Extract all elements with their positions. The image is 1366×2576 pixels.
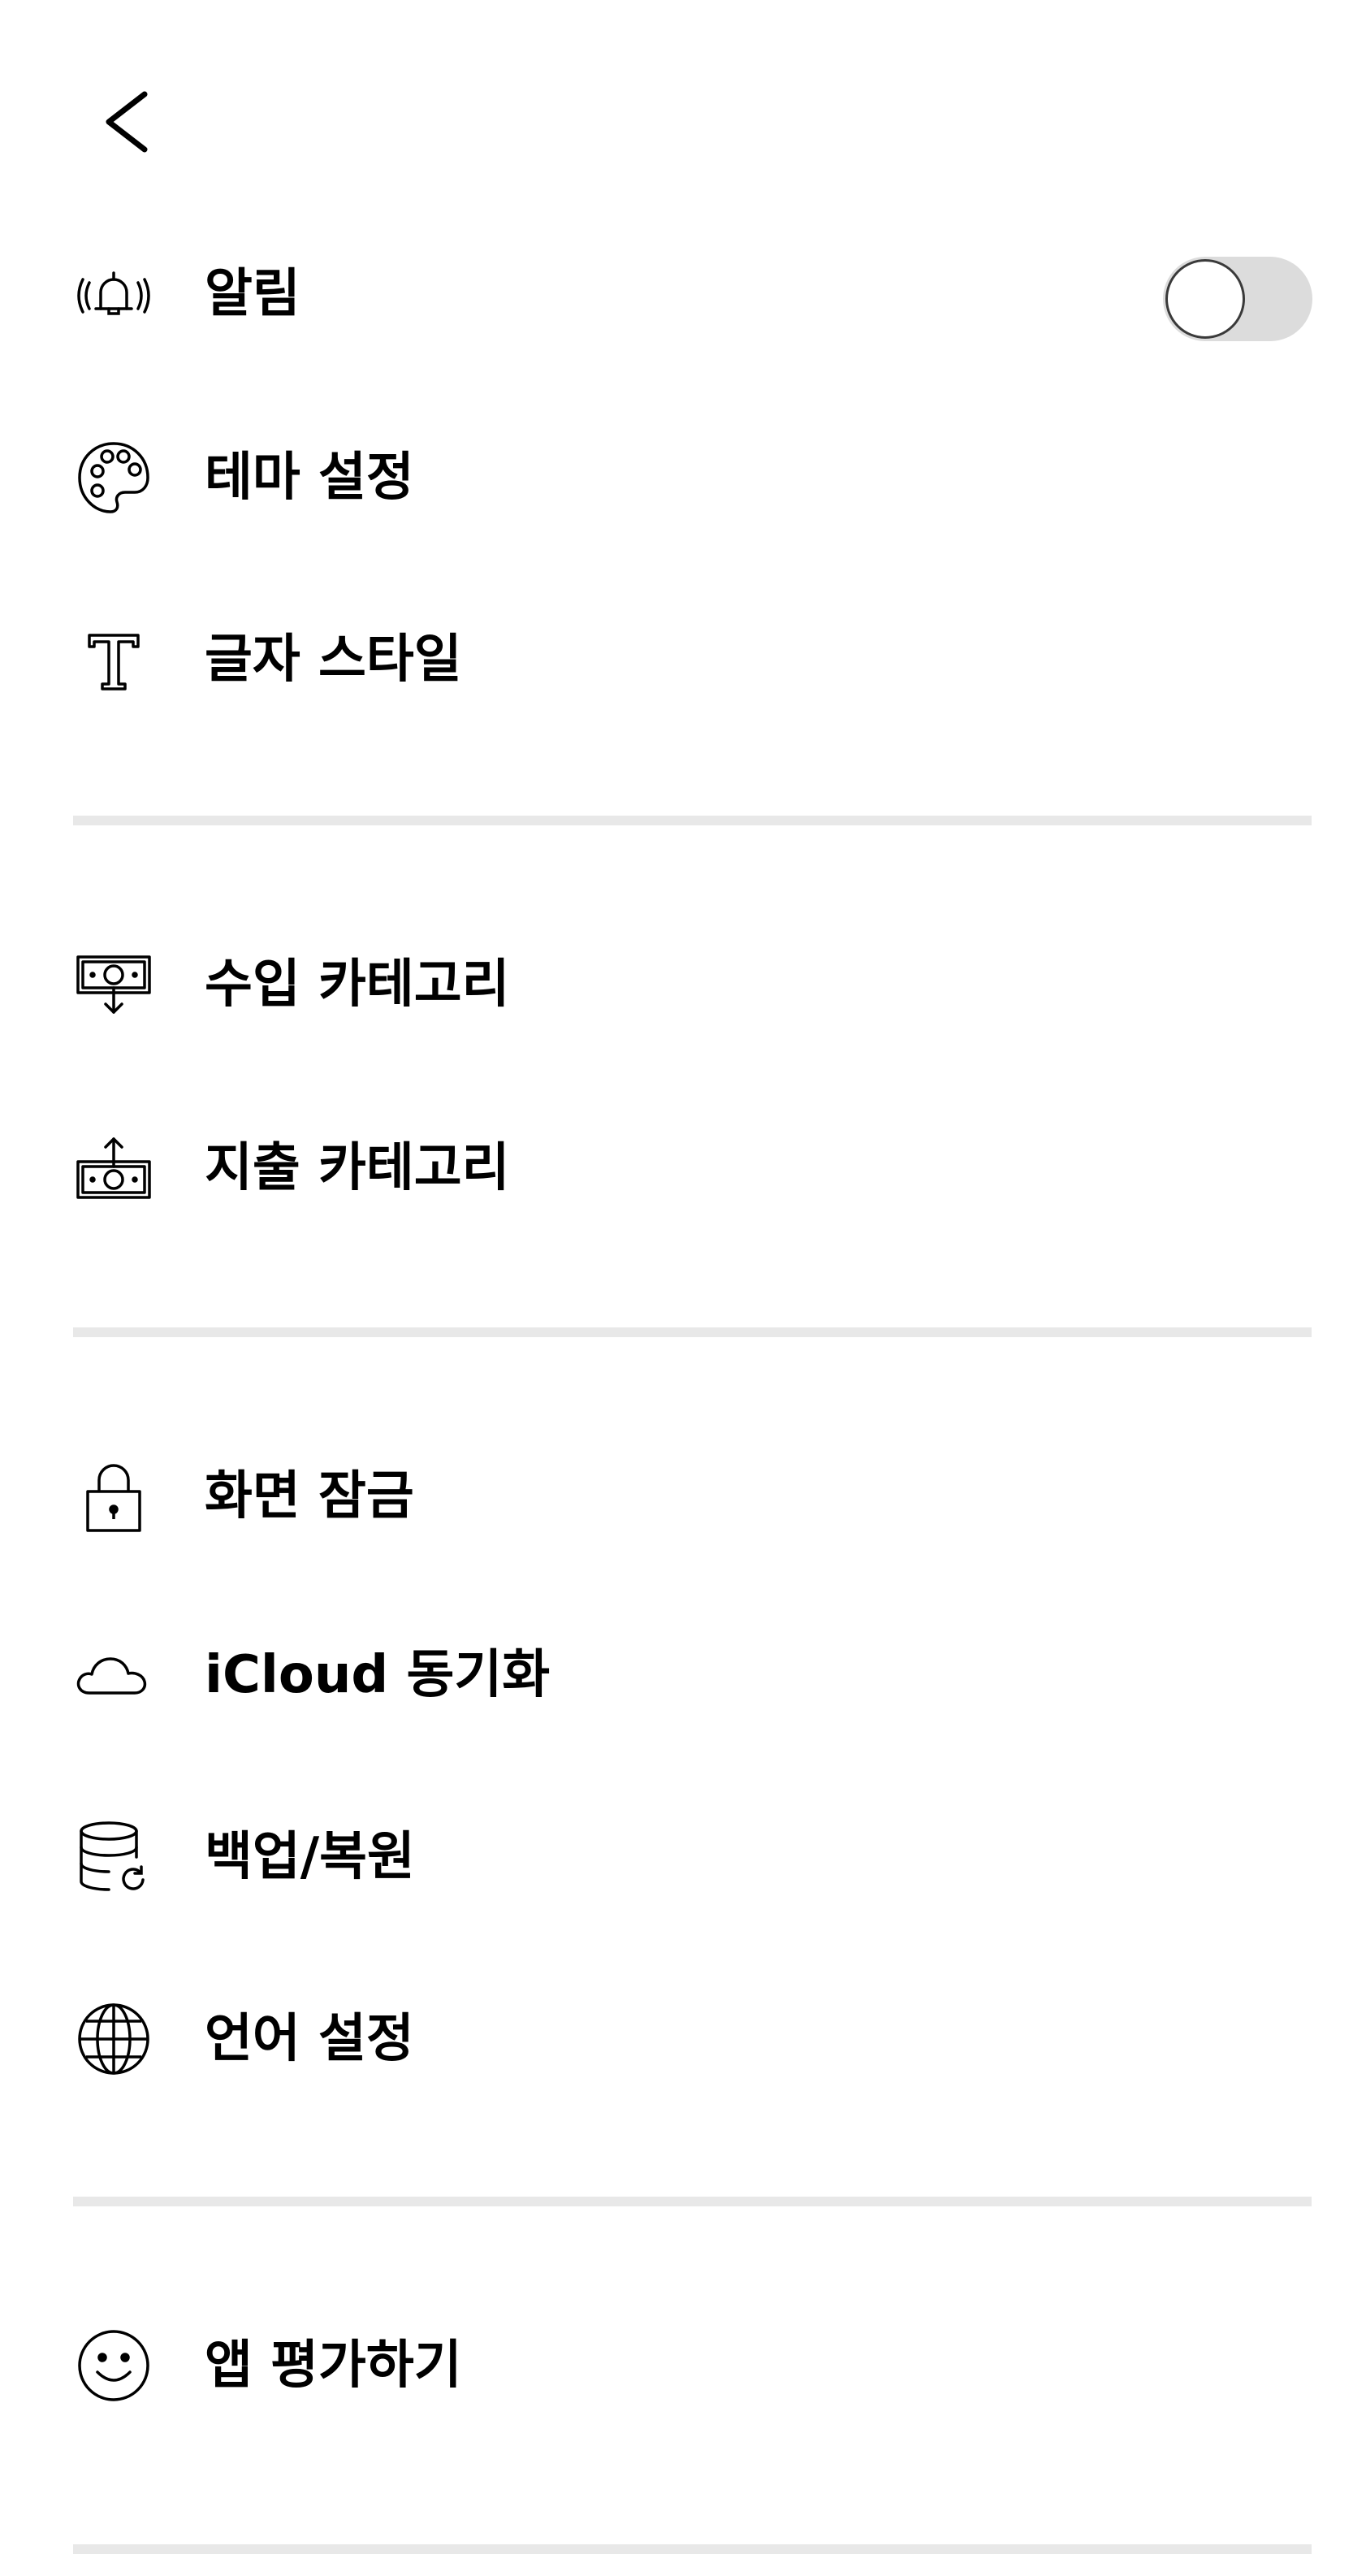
bell-ringing-icon — [71, 252, 156, 336]
settings-row-icloud-sync[interactable]: iCloud 동기화 — [0, 1602, 1366, 1748]
money-in-icon — [71, 942, 156, 1027]
globe-icon — [71, 1997, 156, 2081]
text-t-icon — [71, 617, 156, 702]
settings-row-screen-lock[interactable]: 화면 잠금 — [0, 1423, 1366, 1569]
font-style-label: 글자 스타일 — [205, 630, 462, 690]
palette-icon — [71, 435, 156, 520]
settings-row-language[interactable]: 언어 설정 — [0, 1966, 1366, 2112]
notifications-label: 알림 — [205, 264, 300, 324]
settings-row-notifications[interactable]: 알림 — [0, 221, 1366, 367]
notifications-toggle[interactable] — [1163, 257, 1312, 341]
icloud-sync-label: iCloud 동기화 — [205, 1645, 551, 1705]
lock-icon — [71, 1454, 156, 1539]
back-button[interactable] — [89, 81, 162, 162]
income-category-label: 수입 카테고리 — [205, 955, 510, 1015]
settings-row-theme[interactable]: 테마 설정 — [0, 405, 1366, 551]
chevron-left-icon — [106, 91, 148, 153]
expense-category-label: 지출 카테고리 — [205, 1138, 510, 1198]
screen-lock-label: 화면 잠금 — [205, 1466, 414, 1526]
section-divider — [73, 2197, 1312, 2206]
toggle-knob — [1165, 259, 1245, 339]
section-divider — [73, 2544, 1312, 2554]
database-refresh-icon — [71, 1815, 156, 1899]
settings-row-rate-app[interactable]: 앱 평가하기 — [0, 2292, 1366, 2439]
settings-row-backup-restore[interactable]: 백업/복원 — [0, 1784, 1366, 1930]
settings-row-income-category[interactable]: 수입 카테고리 — [0, 911, 1366, 1058]
settings-row-expense-category[interactable]: 지출 카테고리 — [0, 1095, 1366, 1241]
language-label: 언어 설정 — [205, 2009, 414, 2069]
rate-app-label: 앱 평가하기 — [205, 2336, 462, 2396]
section-divider — [73, 816, 1312, 825]
cloud-icon — [71, 1633, 156, 1717]
smiley-icon — [71, 2323, 156, 2408]
backup-restore-label: 백업/복원 — [205, 1827, 415, 1887]
section-divider — [73, 1327, 1312, 1337]
settings-row-font-style[interactable]: 글자 스타일 — [0, 587, 1366, 733]
theme-label: 테마 설정 — [205, 448, 414, 508]
money-out-icon — [71, 1126, 156, 1210]
